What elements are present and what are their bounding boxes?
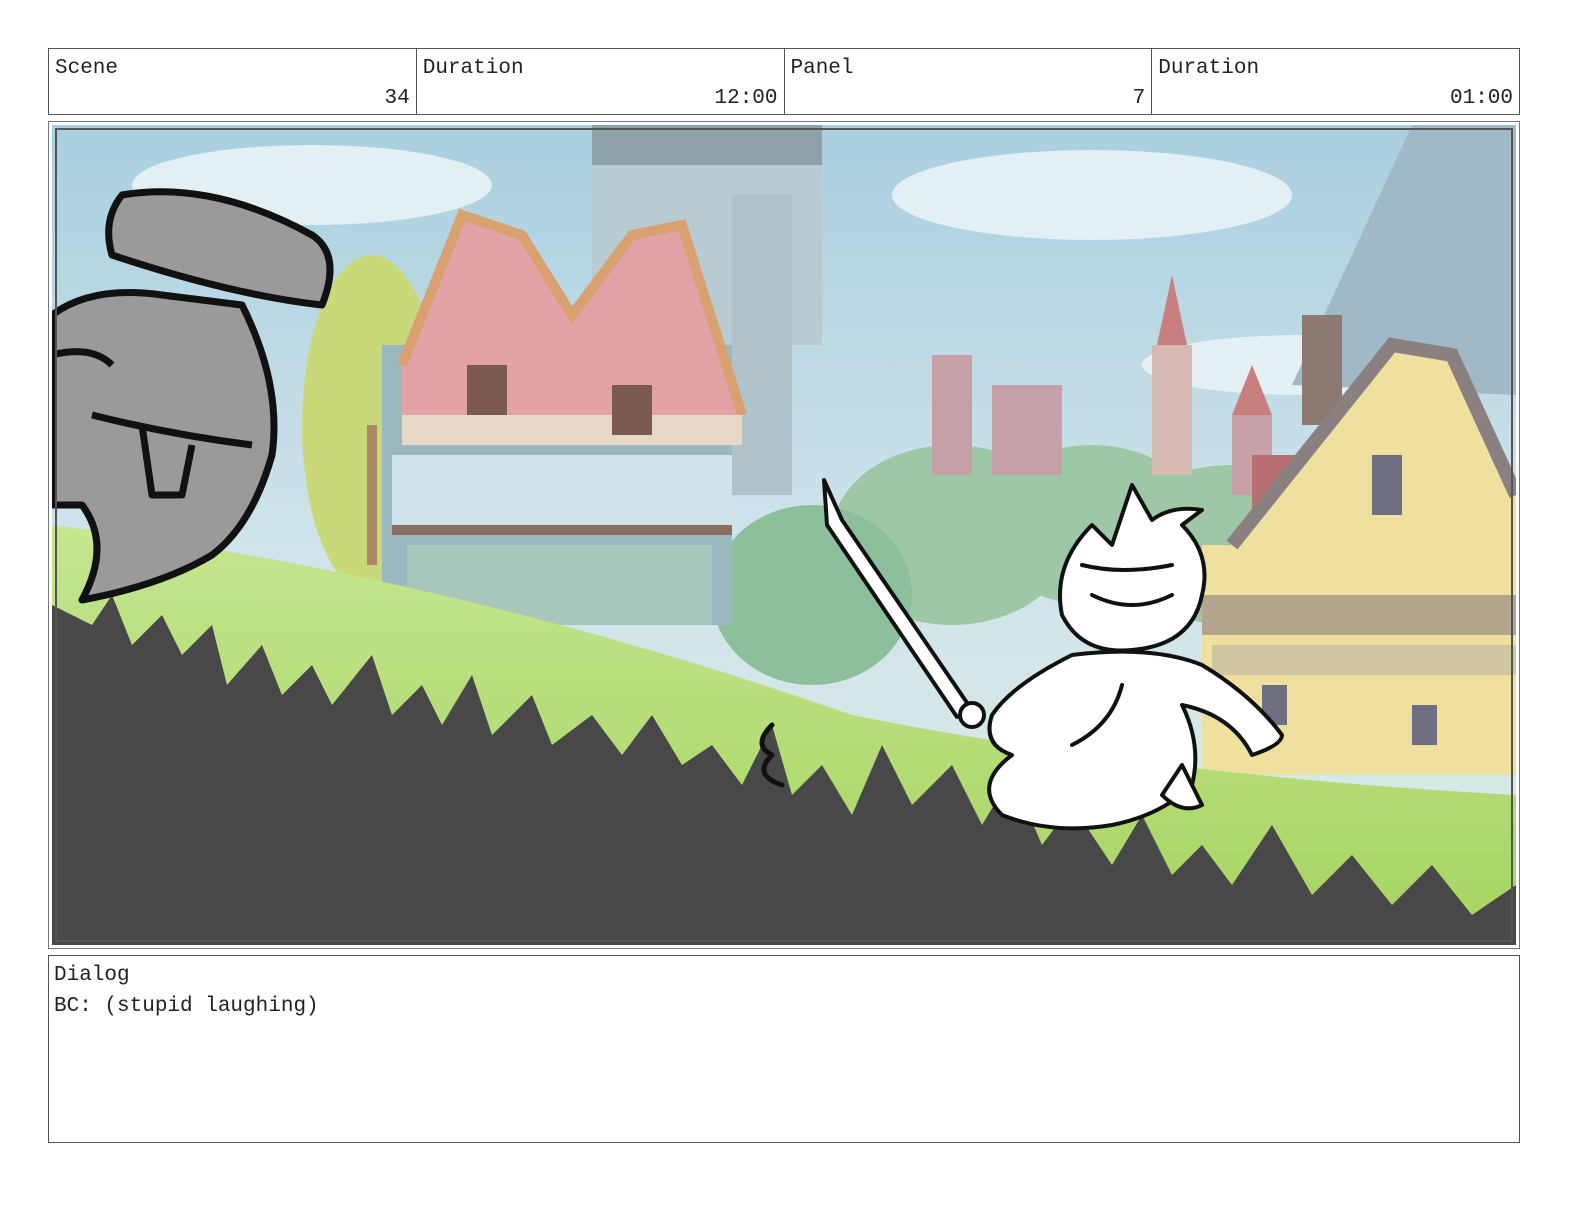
storyboard-header: Scene 34 Duration 12:00 Panel 7 Duration… [48, 48, 1520, 115]
panel-duration-label: Duration [1158, 57, 1260, 80]
panel-illustration [52, 125, 1516, 945]
panel-cell: Panel 7 [785, 49, 1153, 114]
panel-duration-cell: Duration 01:00 [1152, 49, 1519, 114]
dialog-label: Dialog [54, 964, 130, 987]
panel-frame [48, 121, 1520, 949]
scene-duration-cell: Duration 12:00 [417, 49, 785, 114]
scene-duration-label: Duration [422, 57, 524, 80]
dialog-box: Dialog BC: (stupid laughing) [48, 955, 1520, 1143]
scene-cell: Scene 34 [49, 49, 417, 114]
scene-duration-value: 12:00 [714, 87, 778, 110]
scene-label: Scene [55, 57, 119, 80]
panel-label: Panel [790, 57, 854, 80]
scene-number: 34 [384, 87, 410, 110]
panel-duration-value: 01:00 [1449, 87, 1513, 110]
panel-number: 7 [1132, 87, 1146, 110]
dialog-text: BC: (stupid laughing) [54, 995, 319, 1018]
